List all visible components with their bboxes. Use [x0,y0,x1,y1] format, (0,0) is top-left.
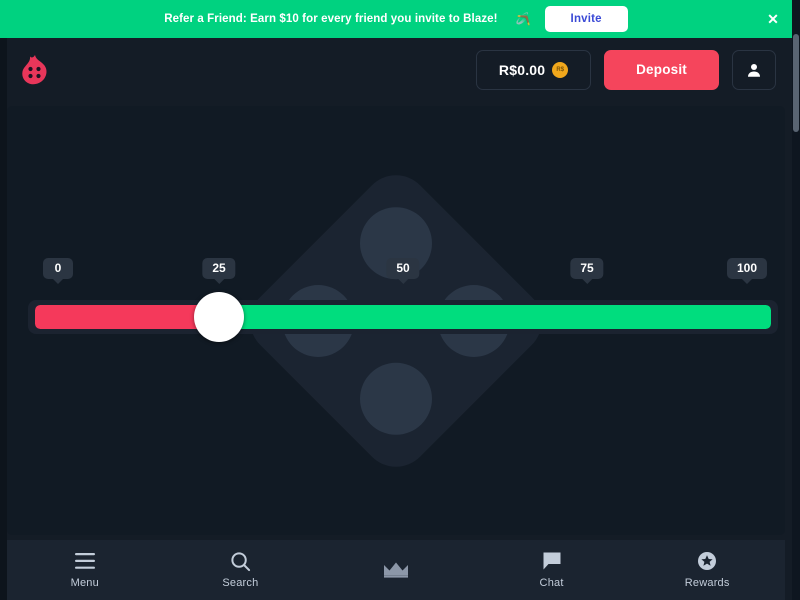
balance-display[interactable]: R$0.00 R$ [476,49,592,90]
close-icon[interactable]: ✕ [764,10,782,28]
page-scrollbar[interactable] [792,0,800,600]
search-icon [230,551,251,571]
nav-item-label: Menu [70,577,99,589]
currency-coin-icon: R$ [552,61,569,78]
nav-item-label: Chat [539,577,564,589]
slider-tick: 75 [570,258,604,284]
slider-tick: 25 [202,258,236,284]
nav-item-crown[interactable] [318,540,474,600]
chat-bubble-icon [542,551,562,571]
slider-track-container[interactable] [28,300,778,334]
bottom-navigation: Menu Search Chat Rewards [7,540,785,600]
slider-tick-labels: 0 25 50 75 100 [7,258,785,286]
left-edge-gutter [0,38,7,600]
slider-win-range [226,305,771,329]
slider-tick-label: 100 [726,258,768,284]
slider-tick: 50 [386,258,420,284]
nav-item-rewards[interactable]: Rewards [629,540,785,600]
site-header: R$0.00 R$ Deposit [0,38,792,101]
referral-banner: Refer a Friend: Earn $10 for every frien… [0,0,792,38]
balance-amount: R$0.00 [498,61,546,78]
user-avatar-button[interactable] [732,49,776,90]
referral-banner-text: Refer a Friend: Earn $10 for every frien… [164,13,498,25]
hamburger-menu-icon [74,551,96,571]
nav-item-search[interactable]: Search [163,540,319,600]
star-badge-icon [697,551,717,571]
nav-item-label: Search [222,577,259,589]
slider-tick: 0 [43,258,73,284]
nav-item-menu[interactable]: Menu [7,540,163,600]
nav-item-chat[interactable]: Chat [474,540,630,600]
slider-tick-label: 75 [570,258,604,284]
money-emoji-icon: 🪃 [515,12,531,26]
slider-track[interactable] [35,305,771,329]
nav-item-label: Rewards [684,577,730,589]
deposit-button[interactable]: Deposit [604,49,719,90]
invite-button[interactable]: Invite [544,6,628,32]
slider-tick-label: 0 [43,258,73,284]
app-root: 0 25 50 75 100 Refer a Friend: Earn $10 for … [0,0,800,600]
user-avatar-icon [748,63,760,77]
slider-handle[interactable] [194,292,245,342]
scrollbar-thumb[interactable] [793,34,799,132]
slider-tick: 100 [726,258,768,284]
slider-tick-label: 50 [386,258,420,284]
blaze-flame-dice-logo[interactable] [18,53,52,87]
dice-pip [345,347,447,450]
roll-slider[interactable]: 0 25 50 75 100 [7,258,785,348]
header-actions: R$0.00 R$ Deposit [476,49,776,90]
crown-icon [383,560,409,580]
slider-tick-label: 25 [202,258,236,284]
blaze-logo-svg [22,54,47,84]
game-content-area: 0 25 50 75 100 [7,106,785,535]
